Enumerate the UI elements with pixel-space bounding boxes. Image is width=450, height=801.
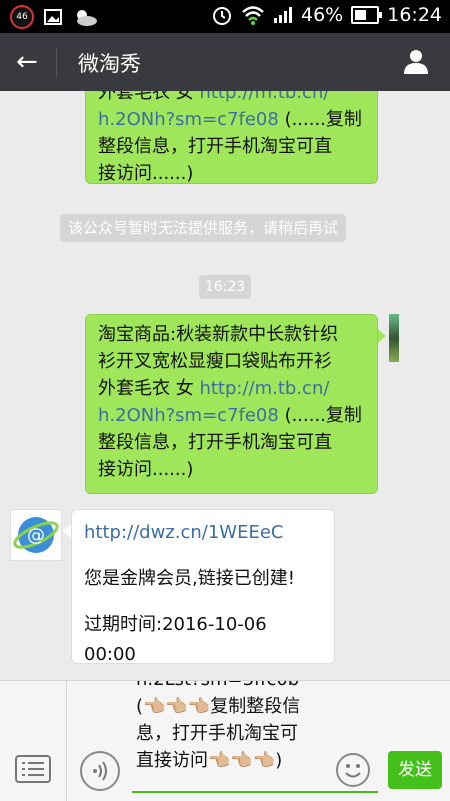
bubble-tail: [63, 524, 71, 538]
message-text: 整段信息，打开手机淘宝可直: [98, 432, 332, 453]
title-bar: ← 微淘秀: [0, 33, 450, 91]
message-text: 过期时间:2016-10-06 00:00: [84, 614, 267, 665]
notification-badge-icon: 46: [10, 5, 34, 29]
divider: [56, 47, 57, 77]
system-notice: 该公众号暂时无法提供服务，请稍后再试: [60, 214, 347, 242]
input-underline: [132, 791, 378, 793]
back-arrow-icon[interactable]: ←: [16, 47, 38, 77]
message-link[interactable]: http://m.tb.cn/: [199, 91, 329, 103]
input-text-line: 息，打开手机淘宝可: [136, 723, 298, 744]
battery-icon: [351, 6, 383, 24]
avatar[interactable]: [389, 314, 399, 362]
emoji-button[interactable]: [336, 753, 370, 787]
send-button[interactable]: 发送: [388, 751, 442, 789]
message-bubble-sent[interactable]: 淘宝商品:秋装新款中长款针织 衫开叉宽松显瘦口袋贴布开衫 外套毛衣 女 http…: [85, 314, 378, 494]
message-text: (......复制: [278, 405, 362, 426]
alarm-icon: [213, 7, 231, 25]
message-text: 外套毛衣 女: [98, 378, 200, 399]
clock: 16:24: [387, 4, 442, 26]
wifi-icon: [242, 6, 264, 25]
message-text: 衫开叉宽松显瘦口袋贴布开衫: [98, 351, 332, 372]
message-text: 整段信息，打开手机淘宝可直: [98, 136, 332, 157]
image-icon: [44, 9, 62, 25]
avatar[interactable]: @: [10, 509, 62, 561]
chat-title: 微淘秀: [78, 52, 141, 76]
keyboard-menu-icon: [15, 755, 51, 783]
battery-percent: 46%: [301, 4, 344, 26]
input-text-line: 直接访问👈🏼👈🏼👈🏼): [136, 750, 283, 771]
message-text: 接访问......): [98, 163, 194, 184]
message-link[interactable]: http://m.tb.cn/: [199, 378, 329, 399]
message-text: (......复制: [278, 109, 362, 130]
message-bubble-sent-partial[interactable]: 外套毛衣 女 http://m.tb.cn/ h.2ONh?sm=c7fe08 …: [85, 91, 378, 184]
message-link[interactable]: h.2ONh?sm=c7fe08: [98, 405, 279, 426]
voice-icon: [93, 761, 107, 781]
emoji-icon: [345, 764, 361, 778]
weather-icon: [77, 10, 97, 26]
message-link[interactable]: h.2ONh?sm=c7fe08: [98, 109, 279, 130]
message-input[interactable]: h.2Lst?sm=3ffc0b (👈🏼👈🏼👈🏼复制整段信 息，打开手机淘宝可 …: [136, 681, 336, 793]
user-profile-icon[interactable]: [402, 47, 430, 75]
input-bar: h.2Lst?sm=3ffc0b (👈🏼👈🏼👈🏼复制整段信 息，打开手机淘宝可 …: [0, 680, 450, 801]
input-text-line: (👈🏼👈🏼👈🏼复制整段信: [136, 696, 301, 717]
chat-area[interactable]: 外套毛衣 女 http://m.tb.cn/ h.2ONh?sm=c7fe08 …: [0, 91, 450, 680]
status-bar: 46 46% 16:24: [0, 0, 450, 33]
voice-input-button[interactable]: [80, 751, 120, 791]
svg-text:@: @: [27, 525, 45, 546]
message-bubble-received[interactable]: http://dwz.cn/1WEEeC 您是金牌会员,链接已创建! 过期时间:…: [71, 509, 335, 665]
input-text-line: h.2Lst?sm=3ffc0b: [136, 681, 336, 693]
message-link[interactable]: http://dwz.cn/1WEEeC: [84, 518, 322, 548]
message-text: 接访问......): [98, 459, 194, 480]
message-text: 淘宝商品:秋装新款中长款针织: [98, 324, 339, 345]
menu-toggle-button[interactable]: [0, 681, 67, 801]
message-text: 外套毛衣 女: [98, 91, 200, 103]
message-text: 您是金牌会员,链接已创建!: [84, 568, 295, 589]
globe-at-icon: @: [13, 517, 59, 553]
timestamp: 16:23: [199, 275, 251, 299]
signal-icon: [274, 7, 292, 23]
bubble-tail: [378, 329, 386, 343]
